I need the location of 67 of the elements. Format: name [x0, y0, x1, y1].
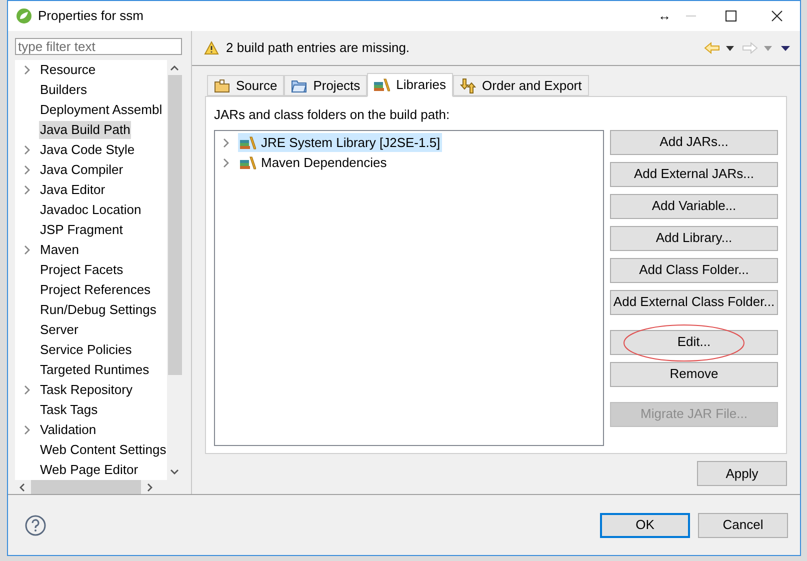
maximize-icon[interactable]: [725, 10, 737, 22]
action-button[interactable]: Add Class Folder...: [610, 258, 778, 282]
close-icon[interactable]: [771, 10, 783, 22]
tree-item[interactable]: Run/Debug Settings: [39, 301, 158, 319]
tree-item[interactable]: Deployment Assembl: [39, 101, 164, 119]
tree-item[interactable]: Java Compiler: [39, 161, 124, 179]
expand-icon[interactable]: [24, 65, 30, 75]
tab[interactable]: Source: [207, 75, 284, 96]
leaf-logo-icon: [16, 8, 32, 24]
tab[interactable]: Libraries: [367, 73, 454, 97]
panel-caption: JARs and class folders on the build path:: [214, 106, 451, 124]
tree-item[interactable]: Maven: [39, 241, 80, 259]
scroll-thumb[interactable]: [31, 480, 141, 494]
tree-item[interactable]: Targeted Runtimes: [39, 361, 150, 379]
dialog-button[interactable]: Cancel: [698, 512, 788, 538]
tab[interactable]: Projects: [284, 75, 368, 96]
tree-item[interactable]: Project Facets: [39, 261, 124, 279]
tree-item[interactable]: JSP Fragment: [39, 221, 124, 239]
tree-item[interactable]: Project References: [39, 281, 152, 299]
scroll-left-icon[interactable]: [19, 482, 25, 492]
tree-item[interactable]: Task Repository: [39, 381, 134, 399]
action-button[interactable]: Edit...: [610, 330, 778, 354]
expand-icon[interactable]: [24, 385, 30, 395]
scroll-thumb[interactable]: [168, 75, 182, 375]
books-icon: [374, 78, 390, 92]
tree-item[interactable]: Web Page Editor: [39, 461, 140, 479]
menu-caret-icon[interactable]: [781, 46, 790, 50]
dropdown-caret-icon[interactable]: [726, 46, 734, 50]
library-entry[interactable]: Maven Dependencies: [261, 152, 387, 172]
books-icon: [240, 156, 256, 170]
scroll-right-icon[interactable]: [147, 482, 153, 492]
folder-icon: [291, 78, 308, 92]
apply-button[interactable]: Apply: [697, 461, 787, 486]
books-icon: [240, 136, 256, 150]
tree-item[interactable]: Web Content Settings: [39, 441, 168, 459]
resize-glyph[interactable]: ↔: [658, 6, 671, 26]
action-button[interactable]: Add External JARs...: [610, 162, 778, 186]
help-icon[interactable]: [25, 514, 46, 536]
folder-icon: [214, 78, 230, 92]
library-tree[interactable]: JRE System Library [J2SE-1.5] Maven Dependencies: [214, 130, 604, 446]
warning-icon: [204, 41, 219, 55]
action-button[interactable]: Remove: [610, 362, 778, 386]
tree-item[interactable]: Server: [39, 321, 80, 339]
filter-field[interactable]: type filter text: [15, 38, 182, 55]
tree-item[interactable]: Validation: [39, 421, 98, 439]
tree-item[interactable]: Resource: [39, 61, 97, 79]
expand-icon[interactable]: [24, 245, 30, 255]
tree-item[interactable]: Java Build Path: [39, 121, 132, 139]
back-arrow-icon[interactable]: [704, 42, 720, 54]
expand-icon[interactable]: [24, 425, 30, 435]
dialog-button[interactable]: OK: [600, 512, 690, 538]
scroll-up-icon[interactable]: [170, 65, 180, 71]
tree-item[interactable]: Java Editor: [39, 181, 106, 199]
up-down-arrows-icon: [460, 78, 476, 94]
action-button[interactable]: Add Variable...: [610, 194, 778, 218]
tree-item[interactable]: Java Code Style: [39, 141, 136, 159]
action-button[interactable]: Add Library...: [610, 226, 778, 250]
tree-item[interactable]: Service Policies: [39, 341, 133, 359]
action-button[interactable]: Add External Class Folder...: [610, 290, 778, 314]
warning-message: 2 build path entries are missing.: [226, 39, 410, 58]
window-title: Properties for ssm: [38, 7, 144, 26]
tab[interactable]: Order and Export: [453, 75, 589, 96]
tree-item[interactable]: Builders: [39, 81, 88, 99]
scroll-down-icon[interactable]: [170, 469, 180, 475]
action-button[interactable]: Add JARs...: [610, 130, 778, 154]
tree-item[interactable]: Javadoc Location: [39, 201, 142, 219]
tree-item[interactable]: Task Tags: [39, 401, 99, 419]
